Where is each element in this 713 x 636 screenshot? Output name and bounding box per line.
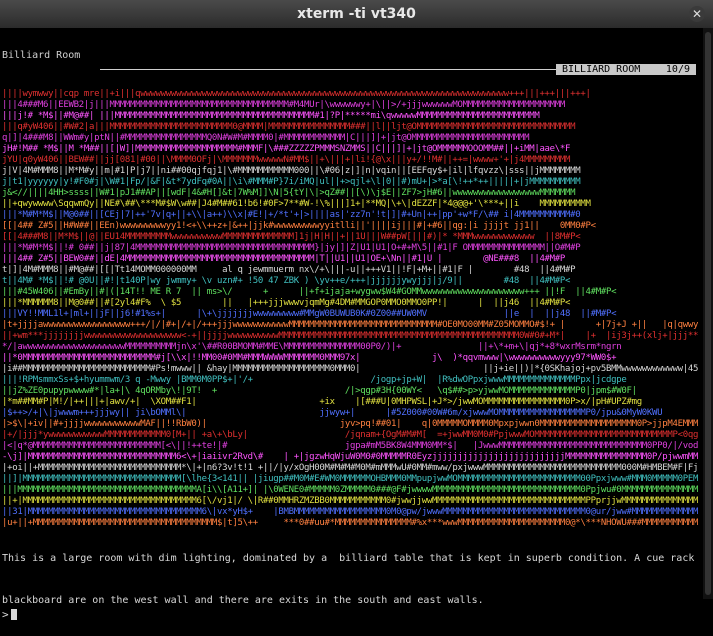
ascii-art-row: [[|4## Z#5||H#W##||EEn)wwwwwwwwwyy1!<+\\… <box>2 221 596 231</box>
status-count: 10/9 <box>665 64 690 75</box>
ascii-art-row: |||#45W406||#EmBy||#|(|14T!! ME R 7 || m… <box>2 287 617 297</box>
ascii-art-row: [[|4###M8||M*M$||@||EU14MMMMMMMMMwwwwwww… <box>2 232 581 242</box>
status-room-label: BILLIARD ROOM <box>562 64 641 75</box>
ascii-art-row: |||4###M6||EEWB2|j|||MMMMMMMMMMMMMMMMMMM… <box>2 100 566 110</box>
ascii-art-row: ||+qwywwww\SqqwmQy||NE#\##\***M#$W\w##|J… <box>2 199 591 209</box>
ascii-art-row: |||VY!!MML1l+|ml+||jF||j6!#1%s+| |\+\jjj… <box>2 309 617 319</box>
status-badge: BILLIARD ROOM 10/9 <box>556 64 696 75</box>
ascii-art-row: |<|q*@MMMMMMMMMMMMMMMMMMMMMMMMM[<\||!++t… <box>2 441 698 451</box>
ascii-art-row: ||||wymwwy||cqp mre||+i|||qwwwwwwwwwwwww… <box>2 89 591 99</box>
ascii-art-row: |||MMMMMMMMMMMMMMMMMMMMMMMMMMMMMMMMMMMA[… <box>2 485 698 495</box>
scrollbar-thumb[interactable] <box>705 32 711 595</box>
ascii-art-row: |||q#yW406||#W#2|a|||MMMMMMMMMMMMMMMMMMM… <box>2 122 576 132</box>
terminal-window: xterm -ti vt340 ✕ Billiard Room BILLIARD… <box>0 0 713 621</box>
title-bar[interactable]: xterm -ti vt340 ✕ <box>0 0 713 29</box>
ascii-art-row: j|V|4M#MMM8||M*M#y||m|#1|P|j7||ni##00qjf… <box>2 166 581 176</box>
ascii-art-row: t|]|4M#MMM8||#M@##|[[|Tt14MOMM000000MM a… <box>2 265 576 275</box>
ascii-art-row: ||31|MMMMMMMMMMMMMMMMMMMMMMMMMMMMMMMMMM6… <box>2 507 698 517</box>
ascii-art-row: |$++>/+|\|jwwwm+++jjjwy|| ji\bOMMl\| jjw… <box>2 408 663 418</box>
description-line: blackboard are on the west wall and ther… <box>2 595 484 606</box>
ascii-art-row: ||*0MMMMMMMMMMMMMMMMMMMMMMMMMM#j[\\x|!!M… <box>2 353 617 363</box>
command-prompt[interactable]: > <box>2 609 17 621</box>
ascii-art-row: jYU|q0yW406||BEW##||jj[081|#00||\MMMM0OF… <box>2 155 571 165</box>
ascii-art-row: jH#!M## *M$||M *M##||[|W]|MMMMMMMMMMMMMM… <box>2 144 571 154</box>
room-title: Billiard Room <box>2 50 81 61</box>
prompt-symbol: > <box>2 608 9 621</box>
ascii-art-row: |||*M#M*M$||!# 0##||j|87|4MMMMMMMMMMMMMM… <box>2 243 581 253</box>
room-ascii-art: ||||wymwwy||cqp mre||+i|||qwwwwwwwwwwwww… <box>2 89 698 529</box>
scrollbar[interactable] <box>703 28 713 599</box>
room-description: This is a large room with dim lighting, … <box>2 524 713 636</box>
ascii-art-row: |+oi||+MMMMMMMMMMMMMMMMMMMMMMMMMMMM*\|+|… <box>2 463 698 473</box>
status-rule <box>100 69 610 70</box>
ascii-art-row: |||!RPMsmmxSs+$+hyummwm/3 q -Mwwy |BMM0M… <box>2 375 627 385</box>
ascii-art-row: ||+wm***jjjjjjjjwwwwwwwwwwwwwwwwwww<-+||… <box>2 331 698 341</box>
ascii-art-row: ||+|MMMMMMMMMMMMMMMMMMMMMMMMMMMMMMMMMM6[… <box>2 496 698 506</box>
ascii-art-row: -\j]|MMMMMMMMMMMMMMMMMMMMMMMMMMMMM6<\+|i… <box>2 452 698 462</box>
ascii-art-row: */|awwwwwwwwwwwwwwwwwwwwMMMMMMMMMMjn\x'\… <box>2 342 622 352</box>
ascii-art-row: j&<//||||4HH>ssss||W#1|pJ1##AP||[wdF|4&#… <box>2 188 576 198</box>
ascii-art-row: |i##MMMMMMMMMMMMMMMMMMMMMMMMM#Ps!mwww|| … <box>2 364 698 374</box>
description-line: This is a large room with dim lighting, … <box>2 553 713 564</box>
ascii-art-row: |*m##MM#P|M!/|++|||+|awv/+| \XOM##F1| +i… <box>2 397 642 407</box>
ascii-art-row: ||jZ%ZE0pupypwwww#*|la+|\ 4qORMby\!|9T! … <box>2 386 637 396</box>
ascii-art-row: |||j!# *M$||#M@##| |||MMMMMMMMMMMMMMMMMM… <box>2 111 540 121</box>
ascii-art-row: j|t1|yyyyyy|y!#F0#j|\W#1|Fp/|&F|&t*7ydFq… <box>2 177 581 187</box>
ascii-art-row: |t+jjjjawwwwwwwwwwwwwwwww+++/|/|#+|/+|/+… <box>2 320 698 330</box>
window-title: xterm -ti vt340 <box>297 6 416 22</box>
text-cursor <box>10 609 17 620</box>
status-line: BILLIARD ROOM 10/9 <box>100 64 696 76</box>
ascii-art-row: |||4## Z#5||BEW0##||dE|4MMMMMMMMMMMMMMMM… <box>2 254 566 264</box>
terminal-screen[interactable]: Billiard Room BILLIARD ROOM 10/9 ||||wym… <box>0 28 713 621</box>
ascii-art-row: |>$\|+iv||#+jjjjwwwwwwwwwwwMAF||!!RbW0)|… <box>2 419 698 429</box>
ascii-art-row: ||]|MMMMMMMMMMMMMMMMMMMMMMMMMMMMMMM[\lhe… <box>2 474 698 484</box>
ascii-art-row: |||*M#M*M$||M@0##||[CEj|7|++'7v|q+||+\\|… <box>2 210 581 220</box>
ascii-art-row: |||*MMMMMM8||M@0##||#[2yl4#F% \ $5 || |+… <box>2 298 571 308</box>
ascii-art-row: |+/|jjj*ywwwwwwwwwwwMMMMMMMMMMMM0[M+|| +… <box>2 430 698 440</box>
ascii-art-row: t||4M# *M$||!# @0U||#!|t140P|wy jwmmy+ \… <box>2 276 571 286</box>
ascii-art-row: q|]|4###M8||WWm#y|ptN||#MMMMMMMMMMMMMMMM… <box>2 133 530 143</box>
close-icon[interactable]: ✕ <box>689 6 705 22</box>
